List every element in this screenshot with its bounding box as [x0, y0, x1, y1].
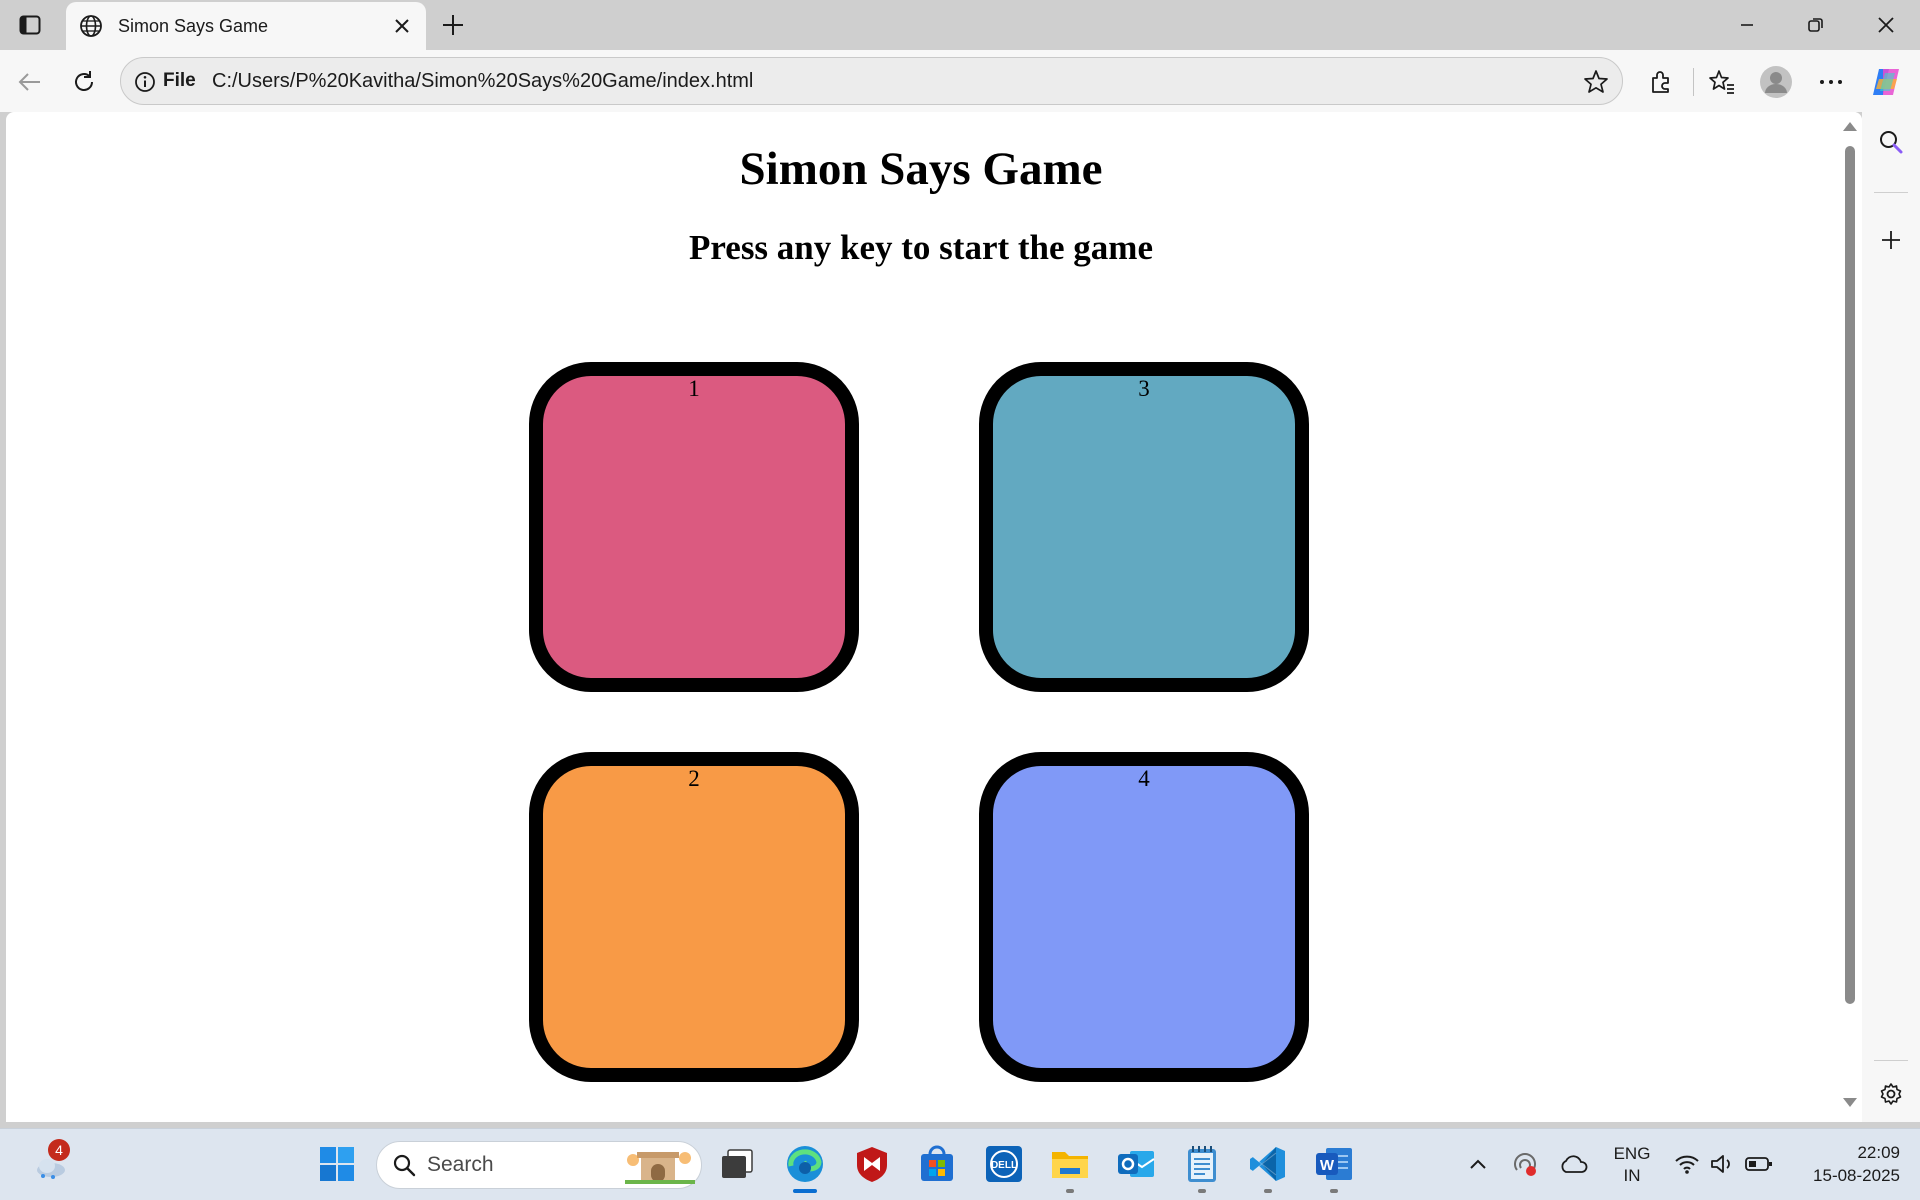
game-button-1[interactable]: 1 [529, 362, 859, 692]
scroll-down-arrow-icon[interactable] [1843, 1098, 1857, 1107]
vscode-icon[interactable] [1245, 1141, 1291, 1193]
close-tab-icon[interactable] [386, 10, 418, 42]
url-text[interactable]: C:/Users/P%20Kavitha/Simon%20Says%20Game… [212, 70, 753, 93]
dell-icon[interactable]: DELL [981, 1141, 1027, 1187]
restore-icon[interactable] [1786, 4, 1846, 46]
sidebar-divider [1874, 1060, 1908, 1061]
new-tab-icon[interactable] [436, 8, 470, 42]
battery-icon[interactable] [1738, 1141, 1780, 1187]
running-app-indicator [1198, 1189, 1206, 1193]
settings-gear-icon[interactable] [1875, 1078, 1907, 1110]
refresh-icon[interactable] [64, 62, 104, 102]
copilot-icon[interactable] [1866, 62, 1906, 102]
running-app-indicator [1264, 1189, 1272, 1193]
language-indicator[interactable]: ENG IN [1600, 1143, 1664, 1187]
vertical-scrollbar[interactable] [1836, 112, 1862, 1122]
word-icon[interactable]: W [1311, 1141, 1357, 1193]
svg-text:W: W [1320, 1157, 1335, 1174]
toolbar-divider [1693, 68, 1694, 96]
game-button-3[interactable]: 3 [979, 362, 1309, 692]
weather-widget-icon[interactable]: 4 [28, 1139, 74, 1187]
outlook-icon[interactable] [1113, 1141, 1159, 1187]
tab-title: Simon Says Game [118, 15, 269, 36]
onedrive-cloud-icon[interactable] [1552, 1141, 1596, 1187]
scrollbar-thumb[interactable] [1845, 146, 1855, 1004]
simon-page: Simon Says Game Press any key to start t… [6, 112, 1836, 1122]
game-button-4[interactable]: 4 [979, 752, 1309, 1082]
windows-start-icon[interactable] [314, 1141, 360, 1187]
game-button-label: 4 [1138, 766, 1150, 791]
close-window-icon[interactable] [1856, 4, 1916, 46]
system-clock[interactable]: 22:09 15-08-2025 [1790, 1141, 1900, 1187]
edge-browser-icon[interactable] [782, 1141, 828, 1193]
language-code: ENG [1613, 1144, 1651, 1163]
address-bar[interactable]: File C:/Users/P%20Kavitha/Simon%20Says%2… [120, 57, 1623, 105]
edge-sidebar [1862, 112, 1920, 1122]
search-icon [391, 1152, 417, 1178]
taskbar-search-box[interactable]: Search [376, 1141, 702, 1189]
volume-icon[interactable] [1702, 1141, 1742, 1187]
favorites-icon[interactable] [1702, 62, 1742, 102]
minimize-icon[interactable] [1717, 4, 1777, 46]
svg-text:DELL: DELL [991, 1160, 1017, 1171]
start-instruction: Press any key to start the game [689, 228, 1153, 267]
file-scheme-label: File [163, 70, 196, 91]
windows-taskbar: 4 Search DELL W ENG IN 22:09 15-08-2025 [0, 1128, 1920, 1200]
search-icon[interactable] [1875, 126, 1907, 158]
favorite-star-icon[interactable] [1582, 68, 1610, 96]
active-app-indicator [793, 1189, 817, 1193]
search-placeholder: Search [427, 1153, 494, 1176]
scroll-up-arrow-icon[interactable] [1843, 122, 1857, 131]
microsoft-store-icon[interactable] [914, 1141, 960, 1187]
browser-toolbar: File C:/Users/P%20Kavitha/Simon%20Says%2… [0, 50, 1920, 112]
game-button-label: 3 [1138, 376, 1150, 401]
more-options-icon[interactable] [1811, 62, 1851, 102]
profile-avatar-icon[interactable] [1756, 62, 1796, 102]
recording-indicator-icon[interactable] [1503, 1141, 1547, 1187]
clock-date: 15-08-2025 [1813, 1166, 1900, 1185]
add-icon[interactable] [1875, 224, 1907, 256]
task-view-icon[interactable] [714, 1141, 760, 1187]
running-app-indicator [1330, 1189, 1338, 1193]
show-hidden-icons-chevron-up-icon[interactable] [1456, 1141, 1500, 1187]
back-icon[interactable] [9, 62, 49, 102]
game-button-label: 1 [688, 376, 700, 401]
mcafee-icon[interactable] [849, 1141, 895, 1187]
extensions-icon[interactable] [1641, 62, 1681, 102]
tab-strip: Simon Says Game [0, 0, 1920, 50]
active-tab[interactable]: Simon Says Game [66, 2, 426, 50]
sidebar-divider [1874, 192, 1908, 193]
tab-actions-icon[interactable] [14, 10, 46, 40]
search-highlight-icon [625, 1146, 695, 1186]
running-app-indicator [1066, 1189, 1074, 1193]
notification-badge: 4 [48, 1139, 70, 1161]
game-button-2[interactable]: 2 [529, 752, 859, 1082]
language-region: IN [1623, 1166, 1641, 1185]
game-button-label: 2 [688, 766, 700, 791]
notepad-icon[interactable] [1179, 1141, 1225, 1193]
globe-icon [78, 13, 104, 39]
file-explorer-icon[interactable] [1047, 1141, 1093, 1193]
clock-time: 22:09 [1857, 1143, 1900, 1162]
page-title: Simon Says Game [739, 143, 1103, 195]
info-icon[interactable] [133, 70, 157, 94]
page-viewport: Simon Says Game Press any key to start t… [6, 112, 1862, 1122]
